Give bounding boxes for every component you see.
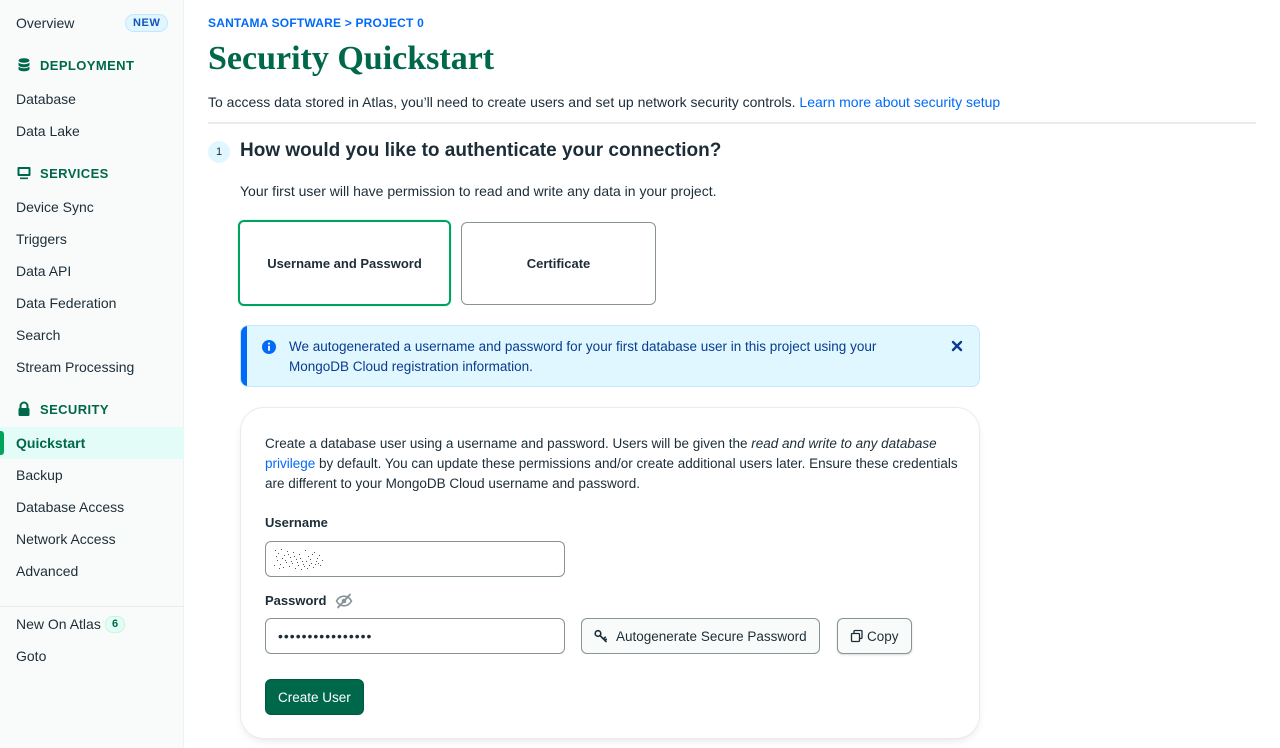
autogenerate-password-button[interactable]: Autogenerate Secure Password [581, 618, 820, 654]
key-icon [594, 629, 608, 643]
sidebar-item-quickstart[interactable]: Quickstart [16, 435, 85, 451]
username-label: Username [265, 515, 328, 530]
masked-username [274, 549, 323, 570]
password-input[interactable] [265, 618, 565, 654]
step-subtitle: Your first user will have permission to … [240, 183, 717, 199]
lock-icon [18, 401, 30, 416]
sidebar-item-triggers[interactable]: Triggers [16, 231, 67, 247]
callout-text: We autogenerated a username and password… [289, 339, 877, 374]
divider [208, 122, 1256, 124]
sidebar-item-data-federation[interactable]: Data Federation [16, 295, 116, 311]
create-user-card: Create a database user using a username … [240, 407, 980, 739]
create-user-button[interactable]: Create User [265, 679, 364, 715]
breadcrumb[interactable]: SANTAMA SOFTWARE > PROJECT 0 [208, 16, 424, 30]
sidebar-item-new-on-atlas[interactable]: New On Atlas [16, 616, 101, 632]
callout-accent-bar [241, 326, 247, 386]
sidebar-item-label: Overview [16, 15, 75, 31]
section-heading-services: SERVICES [16, 165, 109, 181]
new-on-atlas-count-badge: 6 [105, 616, 126, 633]
database-icon [18, 58, 30, 72]
sidebar-item-search[interactable]: Search [16, 327, 60, 343]
sidebar-item-database-access[interactable]: Database Access [16, 499, 124, 515]
sidebar-item-overview[interactable]: Overview [16, 15, 74, 31]
sidebar: Overview NEW DEPLOYMENT Database Data La… [0, 0, 184, 748]
sidebar-item-backup[interactable]: Backup [16, 467, 63, 483]
new-badge: NEW [125, 14, 169, 32]
auth-option-certificate[interactable]: Certificate [461, 222, 656, 305]
close-icon[interactable] [949, 338, 965, 354]
sidebar-item-device-sync[interactable]: Device Sync [16, 199, 94, 215]
monitor-icon [17, 167, 31, 180]
step-number: 1 [208, 141, 230, 163]
active-item-indicator [0, 431, 4, 455]
section-heading-security: SECURITY [16, 401, 109, 417]
form-description: Create a database user using a username … [265, 436, 958, 491]
copy-icon [850, 629, 863, 643]
sidebar-item-network-access[interactable]: Network Access [16, 531, 116, 547]
copy-password-button[interactable]: Copy [837, 618, 912, 654]
visibility-off-icon[interactable] [335, 592, 353, 610]
security-setup-link[interactable]: Learn more about security setup [799, 94, 1000, 110]
sidebar-item-data-lake[interactable]: Data Lake [16, 123, 80, 139]
sidebar-item-stream-processing[interactable]: Stream Processing [16, 359, 134, 375]
sidebar-item-database[interactable]: Database [16, 91, 76, 107]
page-title: Security Quickstart [208, 40, 495, 77]
sidebar-divider [0, 606, 184, 607]
info-icon [262, 340, 276, 354]
section-heading-deployment: DEPLOYMENT [16, 57, 134, 73]
privilege-link[interactable]: privilege [265, 456, 315, 471]
info-callout: We autogenerated a username and password… [240, 325, 980, 387]
auth-option-username-password[interactable]: Username and Password [238, 220, 451, 306]
sidebar-item-data-api[interactable]: Data API [16, 263, 71, 279]
sidebar-item-goto[interactable]: Goto [16, 648, 46, 664]
step-title: How would you like to authenticate your … [240, 140, 722, 161]
sidebar-item-advanced[interactable]: Advanced [16, 563, 78, 579]
password-label: Password [265, 593, 327, 608]
intro-text: To access data stored in Atlas, you’ll n… [208, 94, 1001, 110]
username-input[interactable] [265, 541, 565, 577]
